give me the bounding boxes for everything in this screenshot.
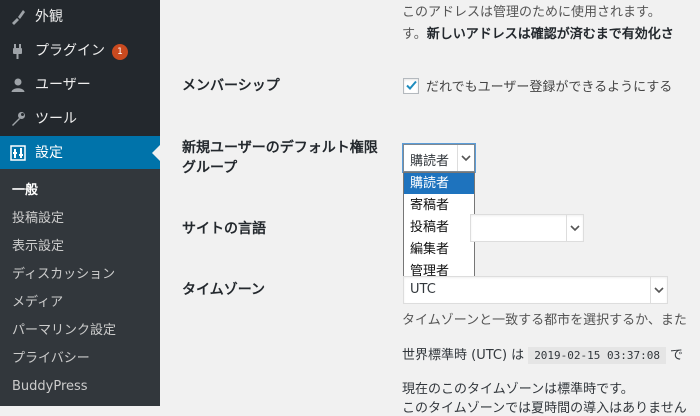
- site-language-label: サイトの言語: [182, 221, 266, 237]
- wrench-icon: [9, 110, 27, 128]
- settings-submenu: 一般 投稿設定 表示設定 ディスカッション メディア パーマリンク設定 プライバ…: [0, 169, 160, 406]
- role-option-subscriber[interactable]: 購読者: [404, 173, 474, 194]
- timezone-label: タイムゾーン: [182, 282, 266, 298]
- dst-note-second: このタイムゾーンでは夏時間の導入はありません: [402, 401, 687, 416]
- default-role-label: 新規ユーザーのデフォルト権限 グループ: [182, 140, 378, 176]
- submenu-item-media[interactable]: メディア: [12, 294, 63, 312]
- email-description-line2: す。新しいアドレスは確認が済むまで有効化さ: [402, 27, 674, 42]
- utc-time-code: 2019-02-15 03:37:08: [528, 347, 667, 364]
- menu-item-label: ツール: [35, 111, 77, 127]
- menu-item-label: プラグイン: [35, 43, 105, 59]
- role-option-contributor[interactable]: 寄稿者: [404, 195, 474, 216]
- user-icon: [9, 76, 27, 94]
- membership-checkbox-label[interactable]: だれでもユーザー登録ができるようにする: [426, 76, 672, 95]
- menu-item-tools[interactable]: ツール: [0, 102, 160, 136]
- admin-sidebar: 外観 プラグイン 1 ユーザー ツール 設定 一般 投稿設定 表示設定 ディスカ…: [0, 0, 160, 406]
- default-role-select[interactable]: 購読者: [403, 144, 475, 172]
- menu-item-plugins[interactable]: プラグイン 1: [0, 34, 160, 68]
- submenu-item-general[interactable]: 一般: [12, 182, 38, 200]
- submenu-item-buddypress[interactable]: BuddyPress: [12, 378, 88, 396]
- role-option-editor[interactable]: 編集者: [404, 239, 474, 260]
- submenu-item-writing[interactable]: 投稿設定: [12, 210, 64, 228]
- default-role-dropdown-list: 購読者 寄稿者 投稿者 編集者 管理者: [403, 172, 475, 282]
- email-description: このアドレスは管理のために使用されます。 す。新しいアドレスは確認が済むまで有効…: [402, 2, 674, 46]
- settings-main: このアドレスは管理のために使用されます。 す。新しいアドレスは確認が済むまで有効…: [160, 0, 700, 416]
- utc-time-line: 世界標準時 (UTC) は 2019-02-15 03:37:08 で: [402, 347, 684, 364]
- chevron-down-icon: [566, 215, 583, 241]
- email-description-bold: 新しいアドレスは確認が済むまで有効化さ: [426, 27, 674, 42]
- plugin-icon: [9, 42, 27, 60]
- settings-sliders-icon: [9, 144, 27, 162]
- menu-item-settings[interactable]: 設定: [0, 136, 160, 170]
- menu-item-appearance[interactable]: 外観: [0, 0, 160, 34]
- menu-item-users[interactable]: ユーザー: [0, 68, 160, 102]
- membership-checkbox[interactable]: [403, 78, 419, 94]
- membership-label: メンバーシップ: [182, 78, 280, 94]
- menu-item-label: ユーザー: [35, 77, 91, 93]
- chevron-down-icon: [457, 145, 474, 171]
- site-language-select[interactable]: [470, 214, 584, 242]
- chevron-down-icon: [650, 277, 667, 303]
- dst-note: 現在のこのタイムゾーンは標準時です。: [402, 382, 634, 397]
- submenu-item-permalinks[interactable]: パーマリンク設定: [12, 322, 116, 340]
- default-role-selected-value: 購読者: [410, 154, 450, 169]
- menu-item-label: 外観: [35, 9, 63, 25]
- current-menu-arrow: [152, 145, 160, 161]
- submenu-item-privacy[interactable]: プライバシー: [12, 350, 90, 368]
- email-description-line1: このアドレスは管理のために使用されます。: [402, 5, 661, 20]
- timezone-value: UTC: [410, 282, 436, 297]
- paintbrush-icon: [9, 8, 27, 26]
- timezone-select[interactable]: UTC: [403, 276, 668, 304]
- menu-item-label: 設定: [35, 145, 63, 161]
- timezone-hint: タイムゾーンと一致する都市を選択するか、また: [402, 313, 687, 328]
- update-count-badge: 1: [112, 44, 128, 60]
- submenu-item-discussion[interactable]: ディスカッション: [12, 266, 115, 284]
- checkmark-icon: [406, 80, 417, 90]
- role-option-author[interactable]: 投稿者: [404, 217, 474, 238]
- submenu-item-reading[interactable]: 表示設定: [12, 238, 64, 256]
